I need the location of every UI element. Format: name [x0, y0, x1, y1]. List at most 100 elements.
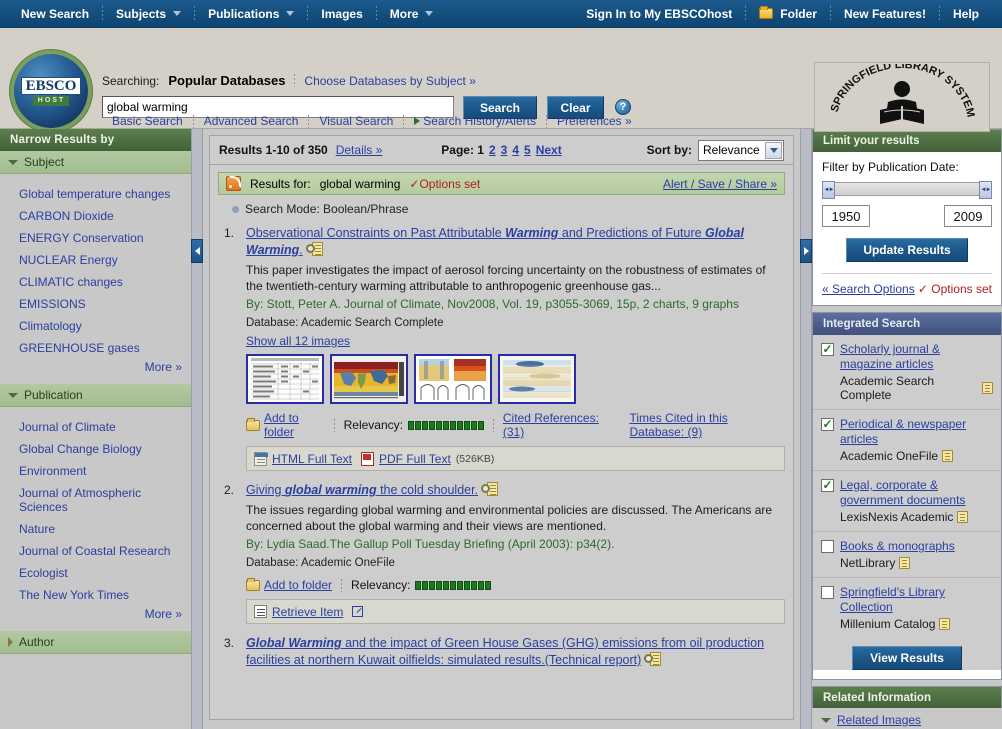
- facet-more-link[interactable]: More »: [145, 360, 182, 374]
- view-results-button[interactable]: View Results: [852, 646, 962, 670]
- rss-icon[interactable]: [226, 176, 241, 191]
- preview-icon[interactable]: [644, 652, 662, 666]
- sort-by-select[interactable]: Relevance: [698, 139, 784, 161]
- facet-item-subject[interactable]: CLIMATIC changes: [0, 271, 191, 293]
- nav-folder[interactable]: Folder: [746, 0, 830, 28]
- nav-images[interactable]: Images: [308, 0, 375, 28]
- nav-sign-in[interactable]: Sign In to My EBSCOhost: [573, 0, 745, 28]
- facet-item-subject[interactable]: EMISSIONS: [0, 293, 191, 315]
- preview-icon[interactable]: [305, 242, 323, 256]
- facet-item-publication[interactable]: Journal of Atmospheric Sciences: [0, 482, 191, 518]
- collapse-left-button[interactable]: [191, 239, 203, 263]
- related-images-link[interactable]: Related Images: [837, 713, 921, 727]
- integrated-item-link[interactable]: Books & monographs: [840, 539, 955, 553]
- integrated-item-link[interactable]: Legal, corporate & government documents: [840, 478, 965, 507]
- nav-help[interactable]: Help: [940, 0, 992, 28]
- add-to-folder-link[interactable]: Add to folder: [264, 411, 325, 439]
- left-panel-collapse-handle[interactable]: [191, 129, 203, 729]
- nav-more[interactable]: More: [377, 0, 447, 28]
- integrated-item-link[interactable]: Periodical & newspaper articles: [840, 417, 966, 446]
- subnav-visual-search[interactable]: Visual Search: [309, 114, 403, 128]
- thumbnail-world-map[interactable]: [330, 354, 408, 404]
- thumbnail-contour[interactable]: [498, 354, 576, 404]
- facet-item-subject[interactable]: GREENHOUSE gases: [0, 337, 191, 359]
- integrated-item-sub-label: Millenium Catalog: [840, 617, 936, 631]
- page-link-3[interactable]: 3: [501, 143, 508, 157]
- integrated-search-item: Legal, corporate & government documents …: [813, 471, 1001, 532]
- divider: [619, 418, 621, 432]
- slider-thumb-left[interactable]: [822, 181, 835, 199]
- facet-item-publication[interactable]: Environment: [0, 460, 191, 482]
- subnav-preferences[interactable]: Preferences »: [547, 114, 642, 128]
- alert-save-share-link[interactable]: Alert / Save / Share »: [663, 177, 777, 191]
- facet-item-subject[interactable]: NUCLEAR Energy: [0, 249, 191, 271]
- facet-header-subject[interactable]: Subject: [0, 151, 191, 174]
- facet-item-subject[interactable]: Global temperature changes: [0, 183, 191, 205]
- right-panel-collapse-handle[interactable]: [800, 129, 812, 729]
- note-icon[interactable]: [942, 450, 954, 462]
- integrated-item-link[interactable]: Springfield's Library Collection: [840, 585, 945, 614]
- facet-more-link[interactable]: More »: [145, 607, 182, 621]
- help-icon[interactable]: ?: [615, 99, 631, 115]
- facet-item-subject[interactable]: ENERGY Conservation: [0, 227, 191, 249]
- cited-references-link[interactable]: Cited References: (31): [503, 411, 611, 439]
- details-link[interactable]: Details »: [336, 143, 383, 157]
- nav-new-search[interactable]: New Search: [8, 0, 102, 28]
- pdf-full-text-link[interactable]: PDF Full Text: [379, 452, 451, 466]
- facet-header-author[interactable]: Author: [0, 631, 191, 654]
- note-icon[interactable]: [939, 618, 951, 630]
- subnav-advanced-search[interactable]: Advanced Search: [194, 114, 309, 128]
- note-icon[interactable]: [957, 511, 969, 523]
- facet-item-subject[interactable]: CARBON Dioxide: [0, 205, 191, 227]
- result-body: Observational Constraints on Past Attrib…: [246, 225, 785, 471]
- subnav-basic-search[interactable]: Basic Search: [102, 114, 193, 128]
- facet-item-publication[interactable]: The New York Times: [0, 584, 191, 606]
- checkbox-books-monographs[interactable]: [821, 540, 834, 553]
- facet-item-publication[interactable]: Global Change Biology: [0, 438, 191, 460]
- facet-item-publication[interactable]: Ecologist: [0, 562, 191, 584]
- checkbox-scholarly-articles[interactable]: [821, 343, 834, 356]
- page-link-2[interactable]: 2: [489, 143, 496, 157]
- search-options-link[interactable]: « Search Options: [822, 282, 915, 296]
- checkbox-springfield-collection[interactable]: [821, 586, 834, 599]
- nav-new-features[interactable]: New Features!: [831, 0, 939, 28]
- page-link-5[interactable]: 5: [524, 143, 531, 157]
- checkbox-periodical-articles[interactable]: [821, 418, 834, 431]
- preview-icon[interactable]: [481, 482, 499, 496]
- publication-date-slider[interactable]: [822, 181, 992, 199]
- show-all-images-link[interactable]: Show all 12 images: [246, 334, 350, 348]
- facet-item-publication[interactable]: Journal of Climate: [0, 416, 191, 438]
- thumbnail-table[interactable]: [246, 354, 324, 404]
- date-from-input[interactable]: [822, 205, 870, 227]
- facet-header-publication[interactable]: Publication: [0, 384, 191, 407]
- facet-item-publication[interactable]: Nature: [0, 518, 191, 540]
- html-full-text-link[interactable]: HTML Full Text: [272, 452, 352, 466]
- result-title[interactable]: Observational Constraints on Past Attrib…: [246, 225, 785, 259]
- page-link-4[interactable]: 4: [512, 143, 519, 157]
- update-results-button[interactable]: Update Results: [846, 238, 968, 262]
- result-title[interactable]: Giving global warming the cold shoulder.: [246, 482, 785, 499]
- slider-thumb-right[interactable]: [979, 181, 992, 199]
- date-to-input[interactable]: [944, 205, 992, 227]
- times-cited-link[interactable]: Times Cited in this Database: (9): [629, 411, 785, 439]
- result-title[interactable]: Global Warming and the impact of Green H…: [246, 635, 785, 669]
- checkbox-legal-documents[interactable]: [821, 479, 834, 492]
- facet-item-subject[interactable]: Climatology: [0, 315, 191, 337]
- integrated-item-link[interactable]: Scholarly journal & magazine articles: [840, 342, 940, 371]
- collapse-right-button[interactable]: [800, 239, 812, 263]
- nav-publications[interactable]: Publications: [195, 0, 307, 28]
- add-to-folder-link[interactable]: Add to folder: [264, 578, 332, 592]
- facet-item-publication[interactable]: Journal of Coastal Research: [0, 540, 191, 562]
- note-icon[interactable]: [899, 557, 911, 569]
- chevron-down-icon[interactable]: [765, 141, 782, 159]
- subnav-search-history[interactable]: Search History/Alerts: [404, 114, 546, 128]
- choose-databases-link[interactable]: Choose Databases by Subject »: [304, 74, 475, 88]
- note-icon[interactable]: [982, 382, 993, 394]
- page-next-link[interactable]: Next: [536, 143, 562, 157]
- retrieve-item-link[interactable]: Retrieve Item: [272, 605, 343, 619]
- nav-subjects[interactable]: Subjects: [103, 0, 194, 28]
- result-item: 1. Observational Constraints on Past Att…: [218, 220, 785, 471]
- thumbnail-dual-plot[interactable]: [414, 354, 492, 404]
- nav-publications-label: Publications: [208, 6, 280, 21]
- nav-subjects-label: Subjects: [116, 6, 167, 21]
